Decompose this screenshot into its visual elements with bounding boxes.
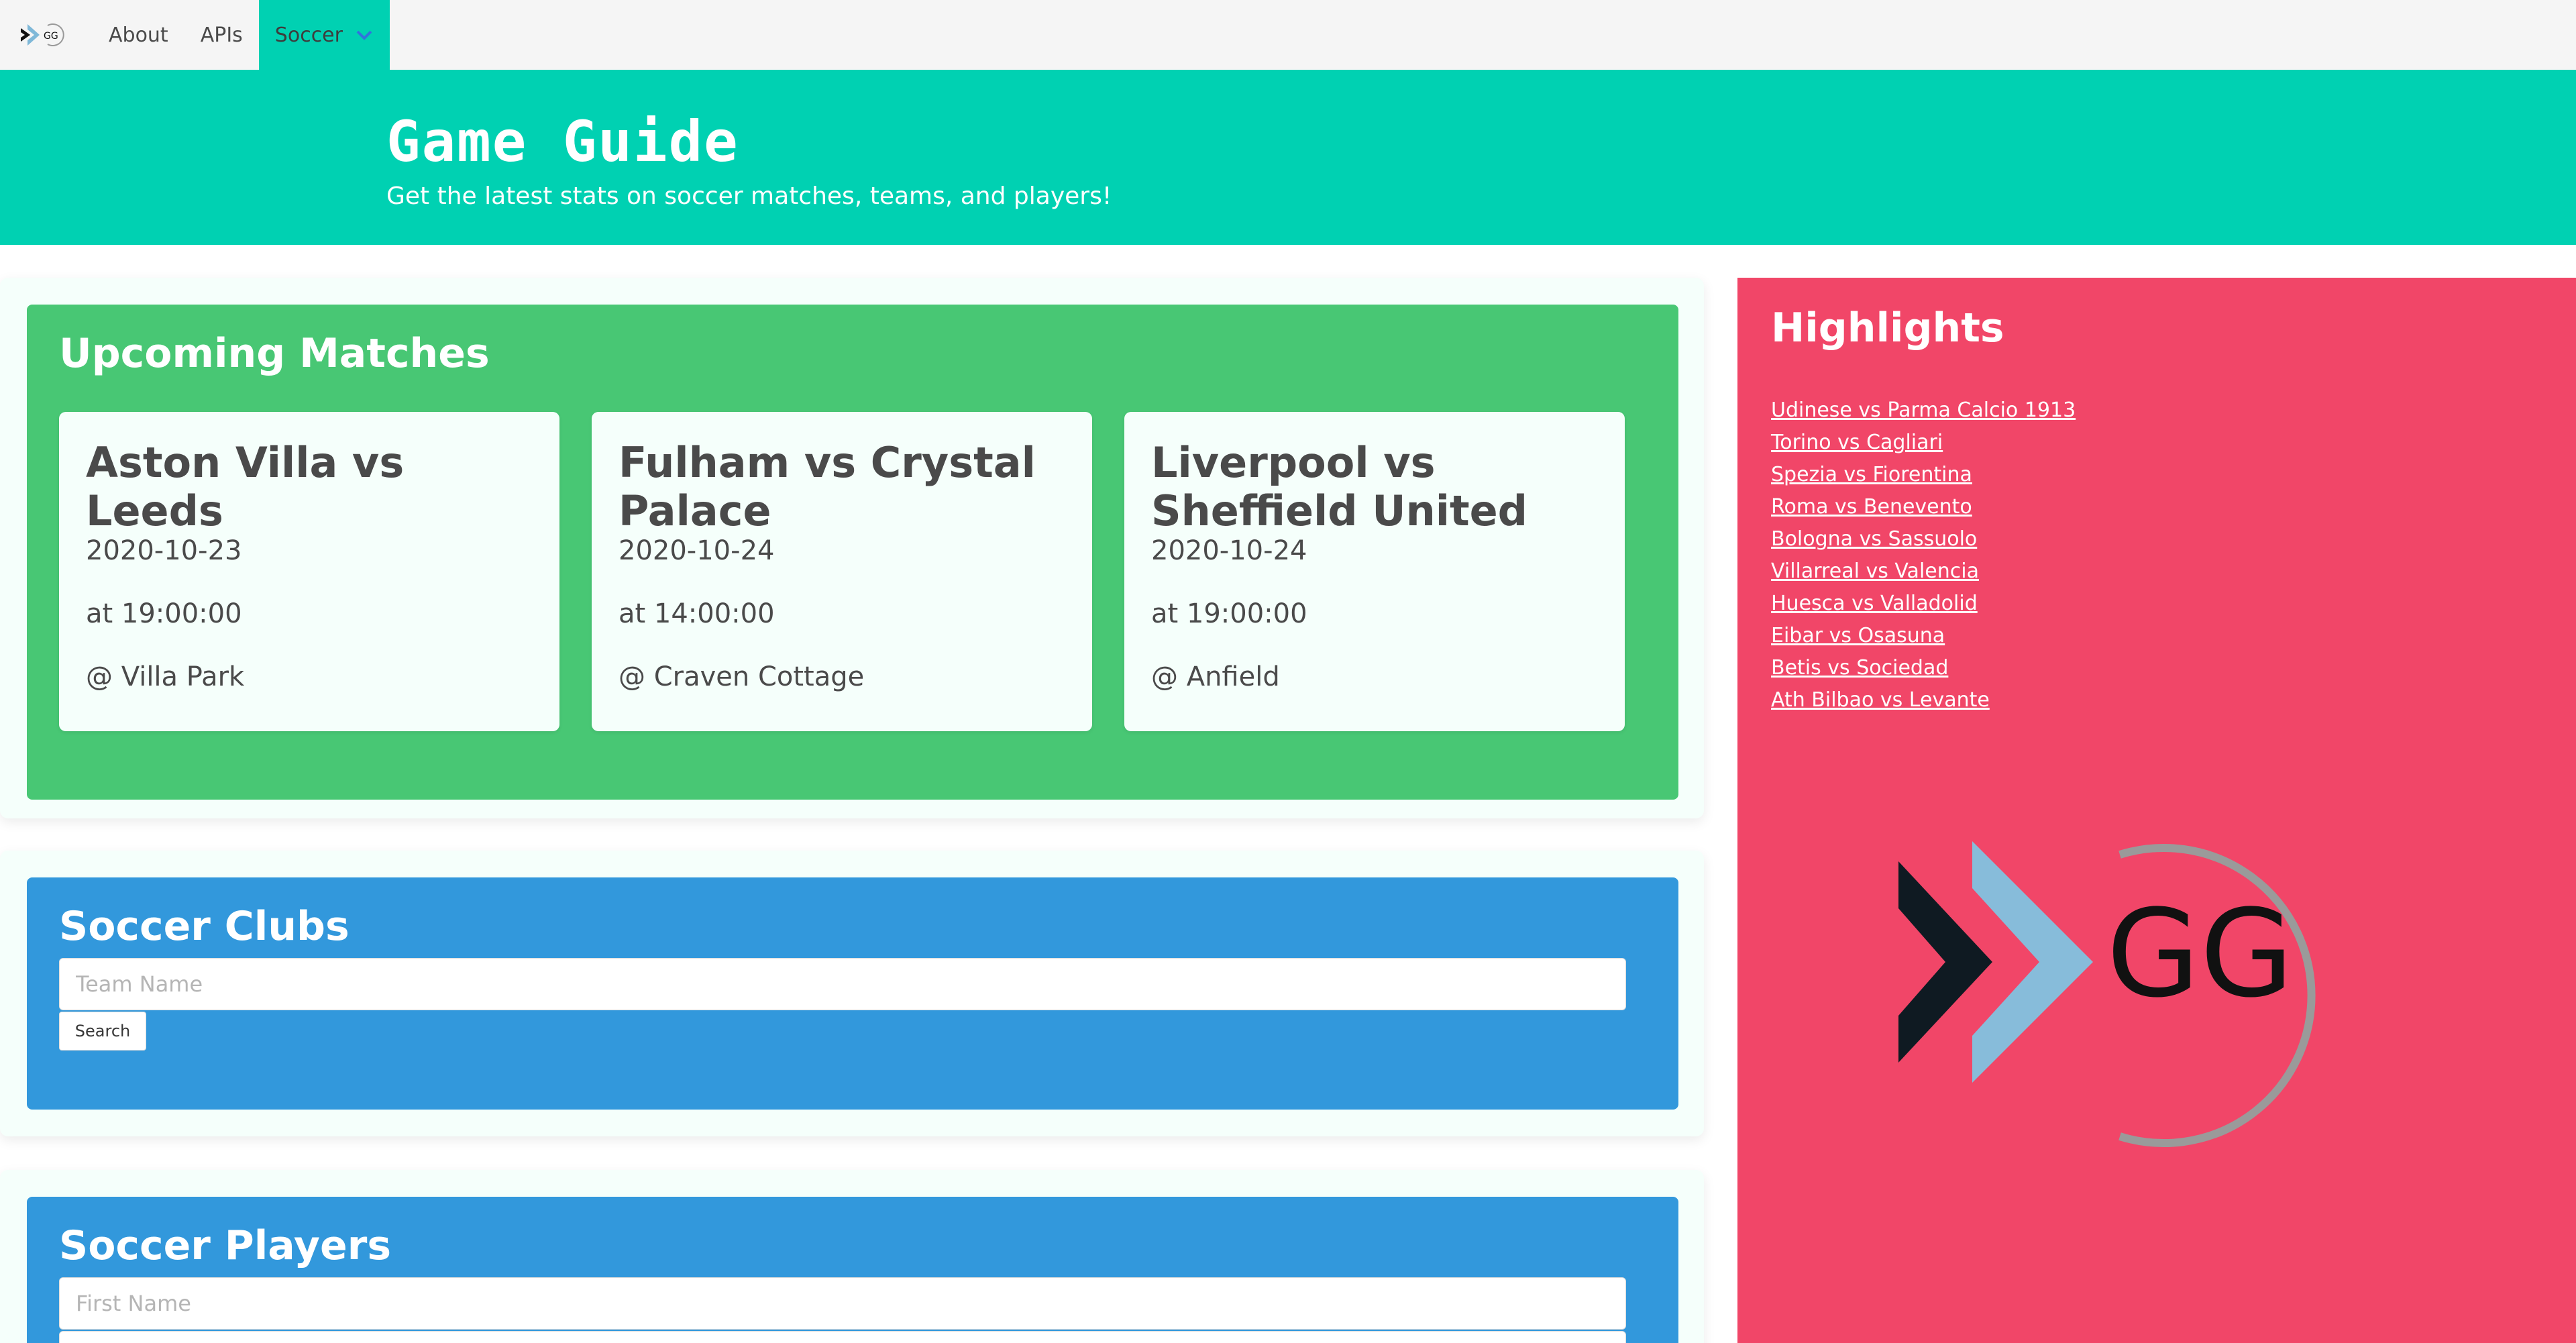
nav-soccer-label: Soccer [274,23,343,47]
chevron-down-icon [356,30,372,40]
match-venue: @ Anfield [1151,661,1280,692]
svg-text:GG: GG [2106,884,2294,1024]
first-name-input[interactable] [59,1277,1626,1330]
highlight-link[interactable]: Eibar vs Osasuna [1771,624,1945,647]
list-item: Ath Bilbao vs Levante [1771,688,2076,720]
nav-about-label: About [109,23,168,47]
page-subtitle: Get the latest stats on soccer matches, … [386,182,1112,210]
list-item: Roma vs Benevento [1771,495,2076,527]
svg-text:GG: GG [44,31,58,42]
highlight-link[interactable]: Roma vs Benevento [1771,495,1972,519]
page-title: Game Guide [386,109,739,174]
match-card[interactable]: Liverpool vs Sheffield United 2020-10-24… [1124,412,1625,731]
soccer-clubs-container: Soccer Clubs Search [0,851,1704,1136]
highlight-link[interactable]: Bologna vs Sassuolo [1771,527,1977,551]
gg-logo-icon: GG [21,23,64,46]
highlight-link[interactable]: Betis vs Sociedad [1771,656,1948,680]
highlight-link[interactable]: Spezia vs Fiorentina [1771,463,1972,486]
list-item: Spezia vs Fiorentina [1771,463,2076,495]
soccer-players-title: Soccer Players [59,1222,392,1269]
match-time: at 19:00:00 [1151,598,1307,629]
upcoming-matches-title: Upcoming Matches [59,330,490,377]
nav-apis-label: APIs [200,23,243,47]
match-time: at 14:00:00 [619,598,775,629]
highlight-link[interactable]: Torino vs Cagliari [1771,431,1943,454]
highlight-link[interactable]: Ath Bilbao vs Levante [1771,688,1990,712]
highlight-link[interactable]: Villarreal vs Valencia [1771,559,1979,583]
search-button[interactable]: Search [59,1012,146,1051]
list-item: Eibar vs Osasuna [1771,624,2076,656]
match-venue: @ Craven Cottage [619,661,865,692]
highlights-title: Highlights [1771,305,2004,352]
highlight-link[interactable]: Huesca vs Valladolid [1771,592,1978,615]
match-card[interactable]: Aston Villa vs Leeds 2020-10-23 at 19:00… [59,412,559,731]
nav-logo[interactable]: GG [0,0,93,70]
upcoming-matches-panel: Upcoming Matches Aston Villa vs Leeds 20… [27,305,1678,800]
last-name-input[interactable] [59,1331,1626,1343]
match-title: Liverpool vs Sheffield United [1151,438,1528,535]
highlights-list: Udinese vs Parma Calcio 1913 Torino vs C… [1771,398,2076,720]
hero-banner: Game Guide Get the latest stats on socce… [0,70,2576,245]
match-venue: @ Villa Park [86,661,245,692]
gg-logo-large-icon: GG [1898,841,2316,1147]
match-date: 2020-10-24 [619,535,775,566]
nav-about[interactable]: About [93,0,184,70]
match-date: 2020-10-24 [1151,535,1307,566]
upcoming-matches-container: Upcoming Matches Aston Villa vs Leeds 20… [0,278,1704,818]
soccer-players-panel: Soccer Players [27,1197,1678,1343]
highlight-link[interactable]: Udinese vs Parma Calcio 1913 [1771,398,2076,422]
list-item: Torino vs Cagliari [1771,431,2076,463]
soccer-clubs-title: Soccer Clubs [59,903,350,950]
match-title: Aston Villa vs Leeds [86,438,405,535]
match-date: 2020-10-23 [86,535,242,566]
list-item: Betis vs Sociedad [1771,656,2076,688]
team-name-input[interactable] [59,958,1626,1010]
nav-apis[interactable]: APIs [184,0,259,70]
match-time: at 19:00:00 [86,598,242,629]
match-title: Fulham vs Crystal Palace [619,438,1036,535]
list-item: Huesca vs Valladolid [1771,592,2076,624]
soccer-clubs-panel: Soccer Clubs Search [27,877,1678,1110]
soccer-players-container: Soccer Players [0,1170,1704,1343]
navbar: GG About APIs Soccer [0,0,2576,70]
list-item: Villarreal vs Valencia [1771,559,2076,592]
highlights-panel: Highlights Udinese vs Parma Calcio 1913 … [1737,278,2576,1343]
list-item: Bologna vs Sassuolo [1771,527,2076,559]
nav-soccer-dropdown[interactable]: Soccer [258,0,390,70]
match-card[interactable]: Fulham vs Crystal Palace 2020-10-24 at 1… [592,412,1092,731]
list-item: Udinese vs Parma Calcio 1913 [1771,398,2076,431]
